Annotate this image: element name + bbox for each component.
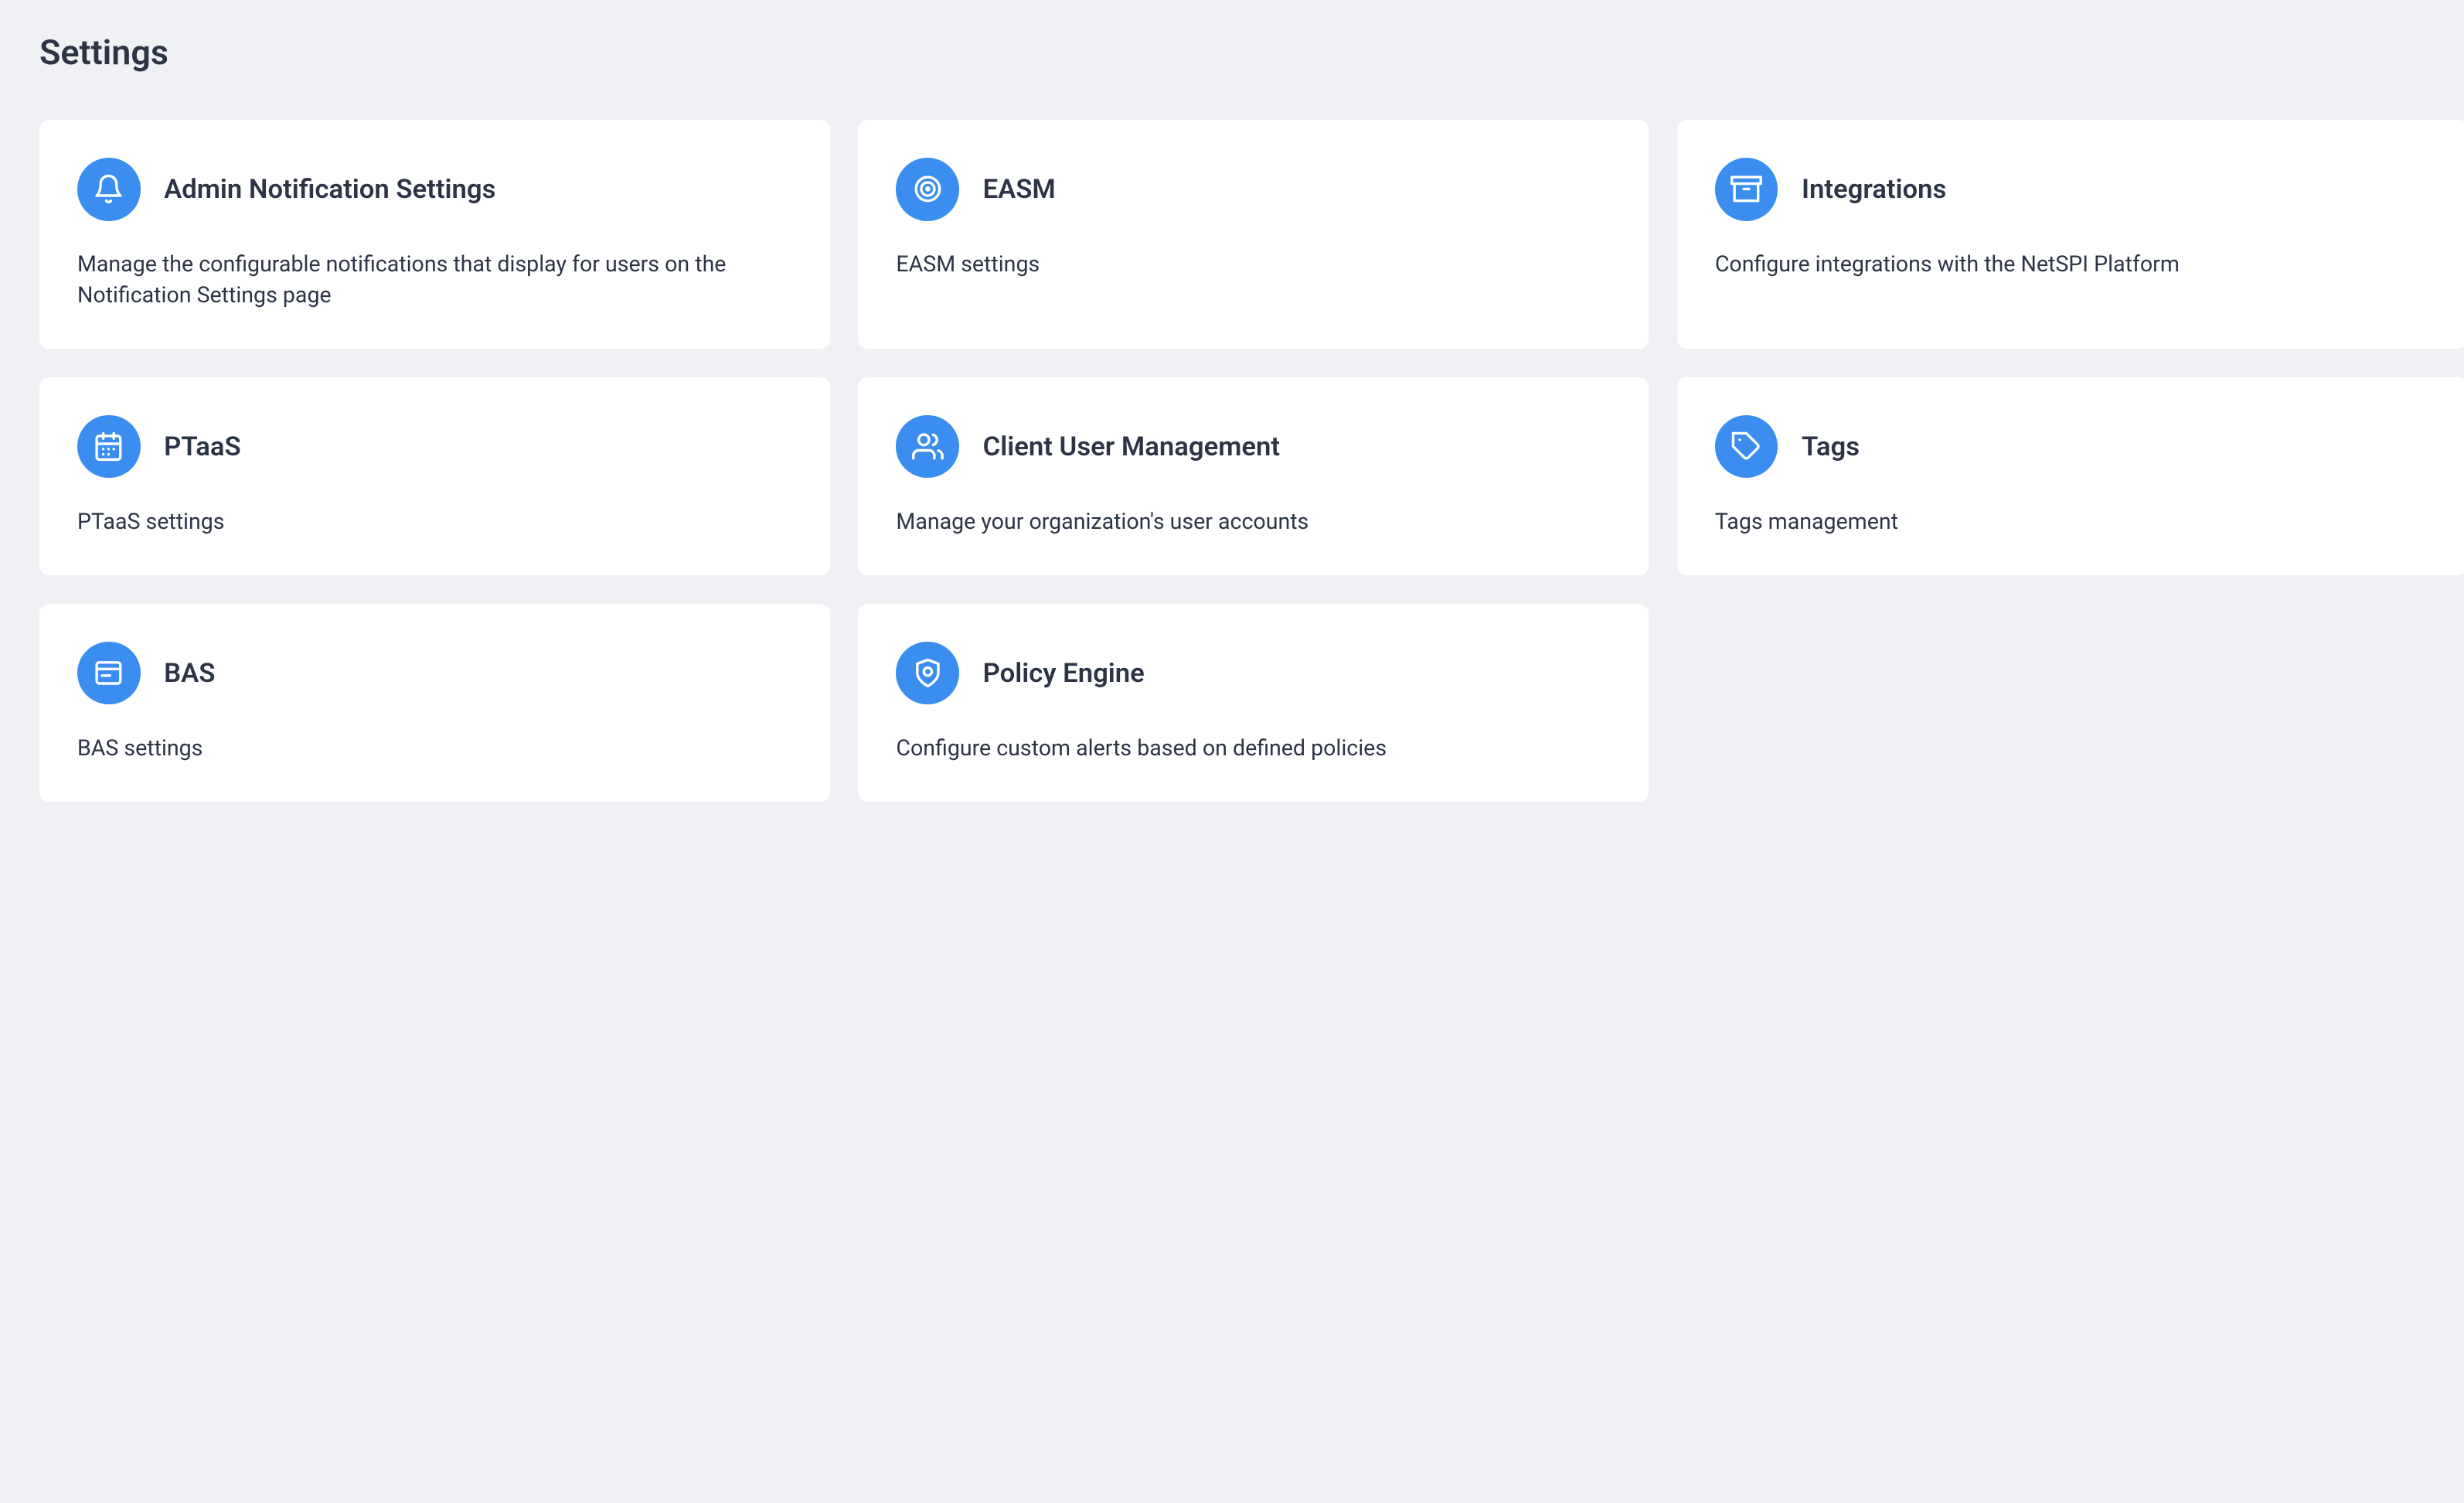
card-ptaas[interactable]: PTaaS PTaaS settings [39,377,830,575]
card-header: Admin Notification Settings [77,158,792,221]
card-title: Integrations [1802,174,1946,205]
card-policy-engine[interactable]: Policy Engine Configure custom alerts ba… [858,604,1649,802]
card-description: Configure custom alerts based on defined… [896,733,1611,764]
card-integrations[interactable]: Integrations Configure integrations with… [1677,120,2464,349]
users-icon [896,415,959,479]
card-title: Tags [1802,431,1860,462]
card-header: Client User Management [896,415,1611,479]
card-description: BAS settings [77,733,792,764]
card-title: EASM [983,174,1056,205]
archive-icon [1715,158,1778,221]
calendar-icon [77,415,141,479]
target-icon [896,158,959,221]
card-description: Configure integrations with the NetSPI P… [1715,249,2430,280]
card-admin-notification-settings[interactable]: Admin Notification Settings Manage the c… [39,120,830,349]
card-title: PTaaS [164,431,241,462]
tag-icon [1715,415,1778,479]
card-description: Tags management [1715,506,2430,537]
page-title: Settings [39,32,2464,73]
card-header: Integrations [1715,158,2430,221]
card-tags[interactable]: Tags Tags management [1677,377,2464,575]
bell-icon [77,158,141,221]
card-description: EASM settings [896,249,1611,280]
settings-cards-grid: Admin Notification Settings Manage the c… [39,120,2464,802]
card-description: PTaaS settings [77,506,792,537]
card-easm[interactable]: EASM EASM settings [858,120,1649,349]
card-bas[interactable]: BAS BAS settings [39,604,830,802]
card-header: PTaaS [77,415,792,479]
card-title: BAS [164,658,215,689]
card-client-user-management[interactable]: Client User Management Manage your organ… [858,377,1649,575]
card-title: Client User Management [983,431,1280,462]
card-header: Policy Engine [896,642,1611,705]
card-header: BAS [77,642,792,705]
card-title: Policy Engine [983,658,1145,689]
card-header: EASM [896,158,1611,221]
window-icon [77,642,141,705]
card-header: Tags [1715,415,2430,479]
card-description: Manage your organization's user accounts [896,506,1611,537]
shield-icon [896,642,959,705]
card-title: Admin Notification Settings [164,174,495,205]
card-description: Manage the configurable notifications th… [77,249,792,311]
